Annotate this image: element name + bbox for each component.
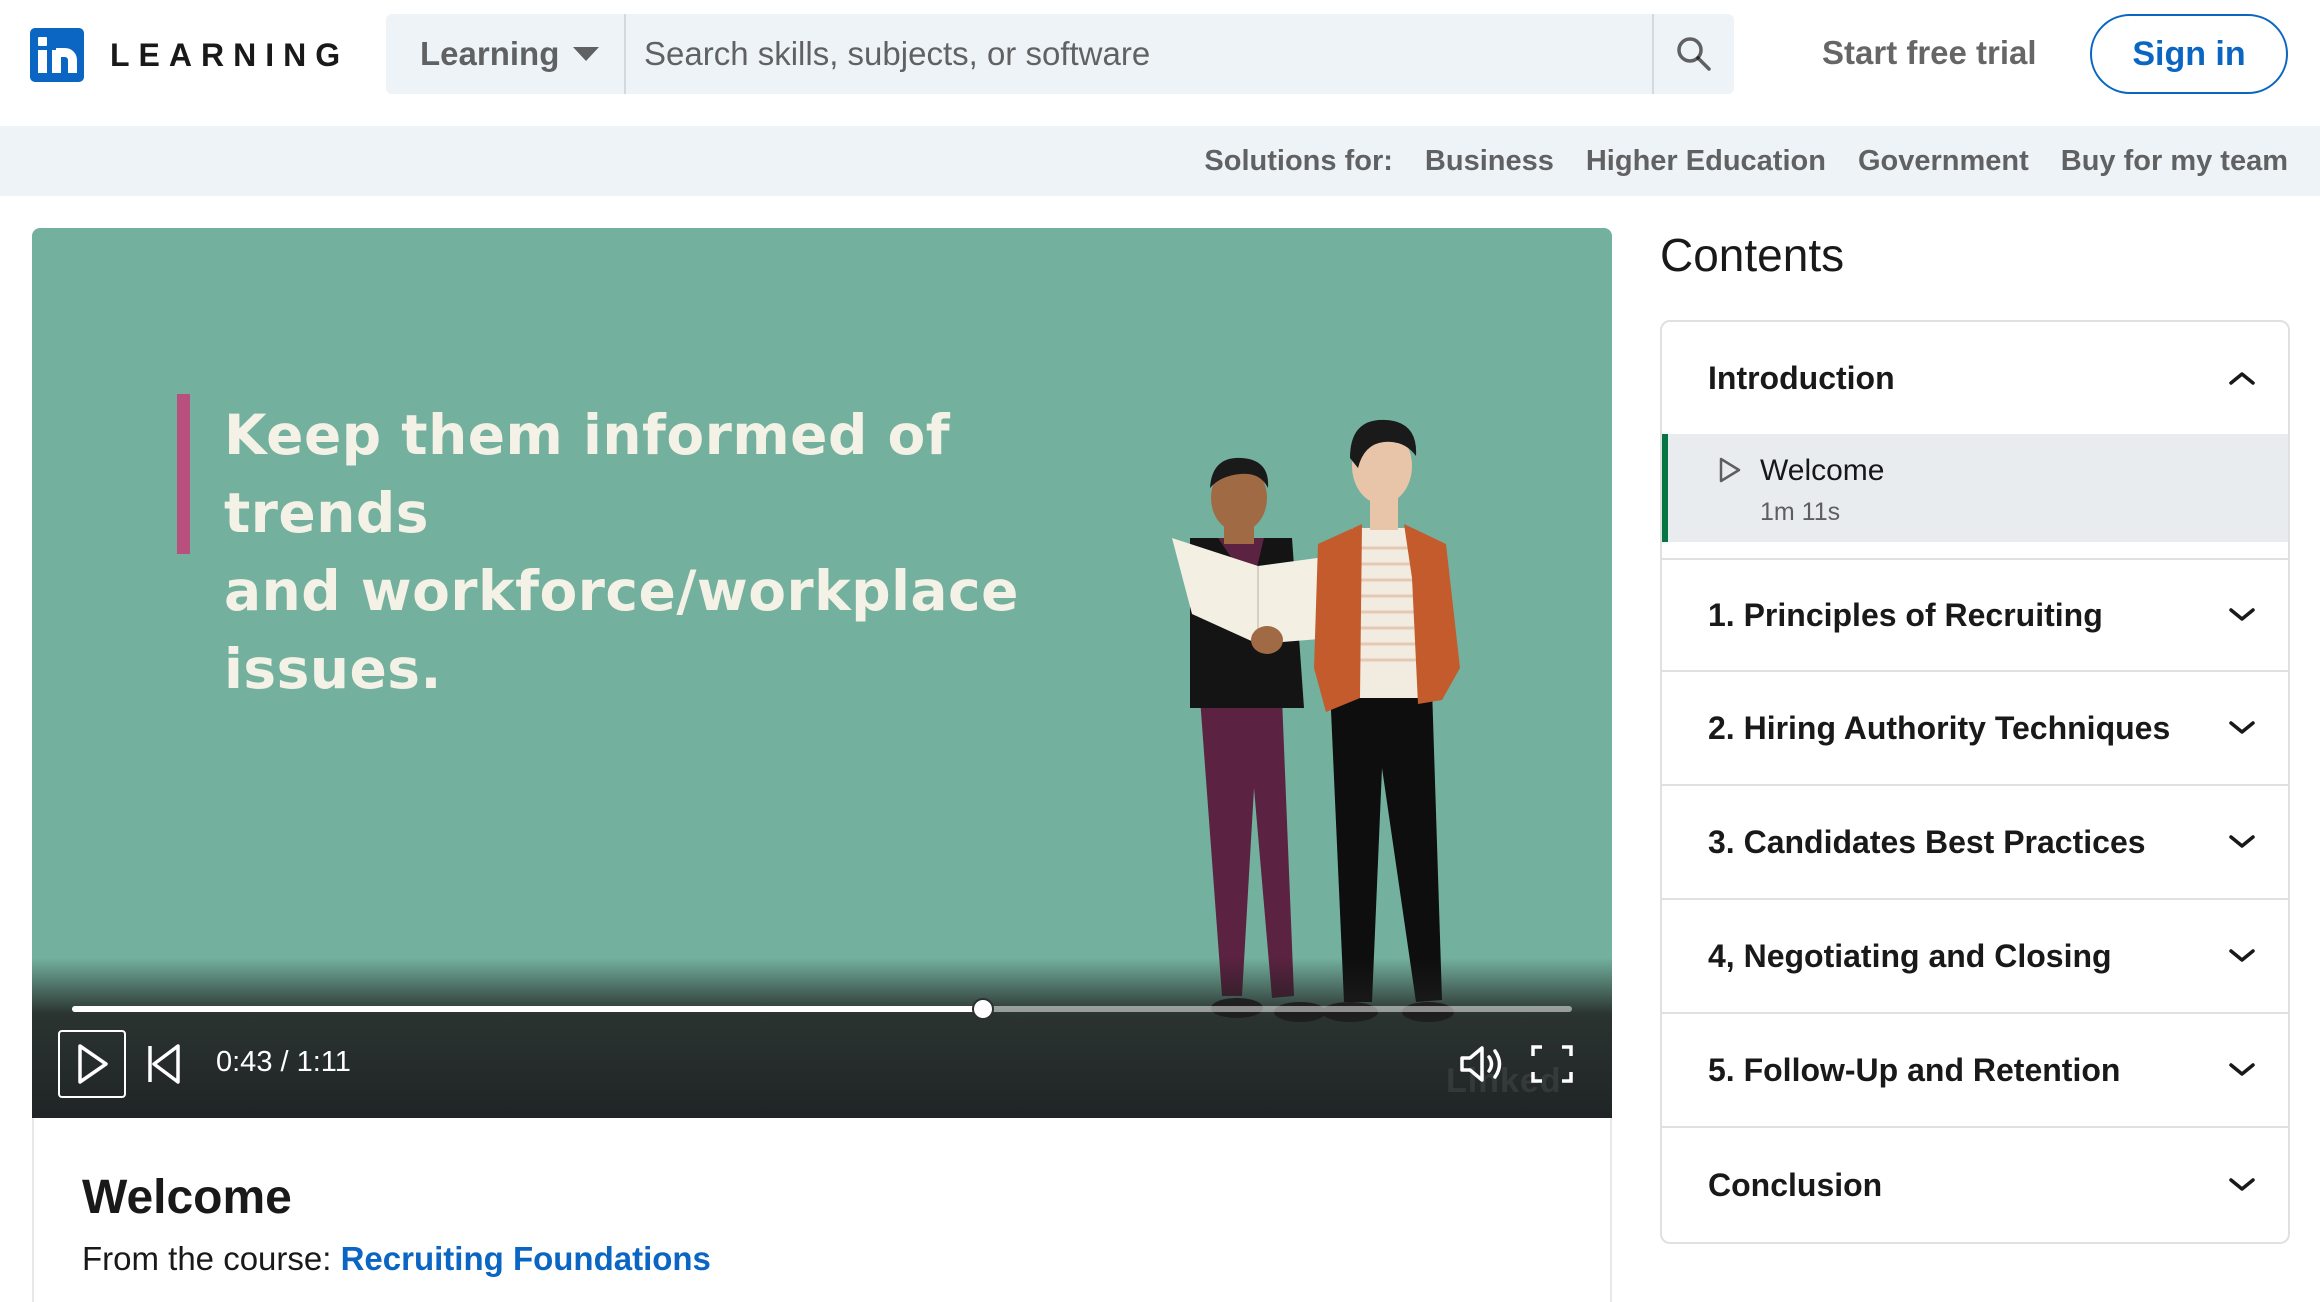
toc-section-label: 5. Follow-Up and Retention bbox=[1708, 1051, 2121, 1088]
solutions-nav: Solutions for: Business Higher Education… bbox=[0, 126, 2320, 196]
fullscreen-icon[interactable] bbox=[1530, 1044, 1574, 1084]
contents-heading: Contents bbox=[1660, 229, 1845, 281]
linkedin-learning-logo[interactable]: LEARNING bbox=[30, 28, 349, 82]
site-header: LEARNING Learning Start free trial Sign … bbox=[0, 0, 2320, 126]
play-icon bbox=[1719, 457, 1741, 483]
chevron-down-icon bbox=[2229, 608, 2255, 621]
solutions-link-government[interactable]: Government bbox=[1858, 145, 2029, 178]
search-icon bbox=[1677, 37, 1711, 71]
play-button[interactable] bbox=[58, 1030, 126, 1098]
start-free-trial-link[interactable]: Start free trial bbox=[1822, 34, 2037, 72]
toc-item-welcome[interactable]: Welcome 1m 11s bbox=[1662, 434, 2288, 542]
search-category-dropdown[interactable]: Learning bbox=[386, 14, 626, 94]
logo-text: LEARNING bbox=[110, 36, 350, 73]
chevron-down-icon bbox=[2229, 949, 2255, 962]
toc-section-candidates-best-practices[interactable]: 3. Candidates Best Practices bbox=[1662, 786, 2288, 900]
search-bar: Learning bbox=[386, 14, 1734, 94]
toc-item-duration: 1m 11s bbox=[1760, 498, 1841, 526]
toc-section-label: 3. Candidates Best Practices bbox=[1708, 823, 2146, 860]
solutions-label: Solutions for: bbox=[1204, 144, 1393, 177]
video-progress-handle[interactable] bbox=[971, 998, 994, 1020]
toc-section-label: 2. Hiring Authority Techniques bbox=[1708, 709, 2171, 746]
toc-section-negotiating-and-closing[interactable]: 4, Negotiating and Closing bbox=[1662, 900, 2288, 1014]
toc-section-label: 1. Principles of Recruiting bbox=[1708, 596, 2103, 633]
volume-icon[interactable] bbox=[1458, 1042, 1506, 1086]
caret-down-icon bbox=[573, 47, 600, 61]
linkedin-icon bbox=[30, 28, 84, 82]
video-progress-bar[interactable] bbox=[72, 998, 1572, 1020]
slide-accent-bar bbox=[177, 394, 190, 554]
chevron-up-icon bbox=[2229, 372, 2255, 385]
search-category-label: Learning bbox=[420, 35, 560, 72]
video-info-panel: Welcome From the course: Recruiting Foun… bbox=[32, 1118, 1612, 1302]
solutions-link-business[interactable]: Business bbox=[1425, 145, 1554, 178]
toc-item-title: Welcome bbox=[1760, 454, 1885, 487]
toc-section-conclusion[interactable]: Conclusion bbox=[1662, 1128, 2288, 1242]
play-icon bbox=[78, 1044, 108, 1084]
search-input[interactable] bbox=[626, 14, 1652, 94]
course-prefix: From the course: bbox=[82, 1240, 341, 1277]
toc-section-label: Introduction bbox=[1708, 359, 1895, 396]
video-time-display: 0:43 / 1:11 bbox=[216, 1046, 351, 1078]
toc-section-introduction[interactable]: Introduction bbox=[1662, 322, 2288, 434]
video-player[interactable]: Keep them informed of trends and workfor… bbox=[32, 228, 1612, 1118]
course-link[interactable]: Recruiting Foundations bbox=[341, 1240, 711, 1277]
chevron-down-icon bbox=[2229, 835, 2255, 848]
chevron-down-icon bbox=[2229, 1063, 2255, 1076]
toc-section-principles-of-recruiting[interactable]: 1. Principles of Recruiting bbox=[1662, 558, 2288, 672]
slide-caption-line-2: and workforce/workplace issues. bbox=[224, 559, 1019, 701]
toc-section-label: Conclusion bbox=[1708, 1166, 1883, 1203]
video-progress-fill bbox=[72, 1006, 983, 1012]
chevron-down-icon bbox=[2229, 1178, 2255, 1191]
sign-in-button[interactable]: Sign in bbox=[2090, 14, 2288, 94]
slide-caption-line-1: Keep them informed of trends bbox=[224, 403, 951, 545]
slide-caption: Keep them informed of trends and workfor… bbox=[224, 396, 1144, 708]
skip-back-icon[interactable] bbox=[144, 1042, 184, 1086]
toc-section-follow-up-and-retention[interactable]: 5. Follow-Up and Retention bbox=[1662, 1014, 2288, 1128]
solutions-link-higher-education[interactable]: Higher Education bbox=[1586, 145, 1826, 178]
controls-overlay bbox=[32, 958, 1612, 1118]
chevron-down-icon bbox=[2229, 721, 2255, 734]
toc-section-label: 4, Negotiating and Closing bbox=[1708, 937, 2112, 974]
toc-section-hiring-authority-techniques[interactable]: 2. Hiring Authority Techniques bbox=[1662, 672, 2288, 786]
video-title: Welcome bbox=[82, 1171, 292, 1224]
course-contents-list: Introduction Welcome 1m 11s 1. Principle… bbox=[1660, 320, 2290, 1244]
course-line: From the course: Recruiting Foundations bbox=[82, 1240, 711, 1278]
search-button[interactable] bbox=[1652, 14, 1734, 94]
solutions-link-buy-for-team[interactable]: Buy for my team bbox=[2061, 145, 2288, 178]
